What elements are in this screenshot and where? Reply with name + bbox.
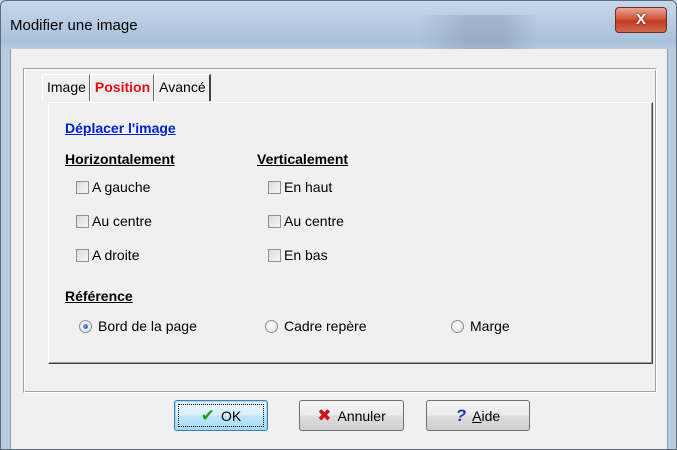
tab-avance[interactable]: Avancé — [154, 74, 211, 101]
vertical-heading: Verticalement — [257, 151, 349, 167]
radio-label: Cadre repère — [284, 318, 367, 334]
reference-heading: Référence — [65, 288, 133, 304]
cancel-button[interactable]: ✖ Annuler — [299, 400, 404, 431]
radio-reference-frame[interactable]: Cadre repère — [265, 318, 367, 334]
checkbox-label: Au centre — [92, 213, 152, 229]
radio-page-edge[interactable]: Bord de la page — [79, 318, 197, 334]
tab-image[interactable]: Image — [42, 74, 90, 101]
radio-label: Bord de la page — [98, 318, 197, 334]
checkbox-label: En bas — [284, 247, 328, 263]
radio-button[interactable] — [451, 319, 464, 333]
checkbox-label: En haut — [284, 179, 333, 195]
close-icon: X — [635, 11, 646, 28]
checkbox-box[interactable] — [268, 214, 281, 228]
help-button[interactable]: ? Aide — [426, 400, 530, 431]
checkbox-box[interactable] — [76, 248, 89, 262]
checkbox-box[interactable] — [268, 248, 281, 262]
ok-button[interactable]: ✔ OK — [174, 400, 268, 431]
title-bar-reflection — [419, 15, 539, 49]
radio-label: Marge — [470, 318, 510, 334]
checkbox-box[interactable] — [76, 214, 89, 228]
focus-rectangle — [178, 404, 264, 427]
checkbox-label: A droite — [92, 247, 140, 263]
checkbox-horizontal-center[interactable]: Au centre — [76, 213, 152, 229]
help-button-label: Aide — [472, 407, 501, 424]
horizontal-heading: Horizontalement — [65, 151, 175, 167]
title-bar[interactable]: Modifier une image X — [1, 1, 676, 49]
move-image-heading[interactable]: Déplacer l'image — [65, 120, 176, 136]
checkbox-horizontal-left[interactable]: A gauche — [76, 179, 150, 195]
close-button[interactable]: X — [615, 7, 667, 33]
tab-bar: Image Position Avancé — [42, 74, 211, 101]
checkbox-vertical-bottom[interactable]: En bas — [268, 247, 328, 263]
tab-position[interactable]: Position — [89, 74, 155, 101]
question-icon: ? — [455, 406, 467, 425]
checkbox-label: A gauche — [92, 179, 151, 195]
radio-button[interactable] — [79, 319, 92, 333]
checkbox-box[interactable] — [268, 180, 281, 194]
checkbox-box[interactable] — [76, 180, 89, 194]
cross-icon: ✖ — [317, 406, 332, 425]
radio-margin[interactable]: Marge — [451, 318, 510, 334]
radio-button[interactable] — [265, 319, 278, 333]
checkbox-horizontal-right[interactable]: A droite — [76, 247, 139, 263]
checkbox-vertical-center[interactable]: Au centre — [268, 213, 344, 229]
window-title: Modifier une image — [10, 17, 138, 34]
checkbox-label: Au centre — [284, 213, 344, 229]
checkbox-vertical-top[interactable]: En haut — [268, 179, 332, 195]
dialog-window: Modifier une image X Image Position Avan… — [0, 0, 677, 450]
cancel-button-label: Annuler — [337, 407, 386, 424]
